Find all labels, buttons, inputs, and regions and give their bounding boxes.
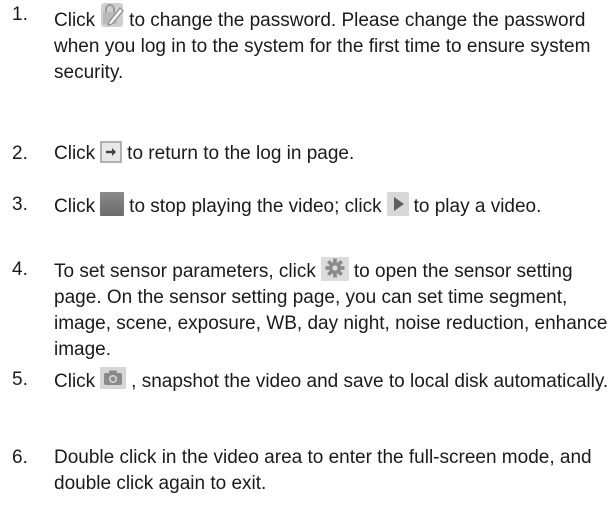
item-text-after: to play a video. bbox=[413, 196, 542, 217]
stop-icon bbox=[100, 192, 125, 216]
item-number: 5. bbox=[12, 369, 28, 390]
item-text-after: , snapshot the video and save to local d… bbox=[131, 371, 609, 392]
item-text: Click to change the password. Please chan… bbox=[54, 2, 612, 86]
item-text-middle: to stop playing the video; click bbox=[129, 196, 382, 217]
camera-icon bbox=[100, 367, 127, 389]
item-text: Click to return to the log in page. bbox=[54, 141, 612, 167]
instruction-list: 1. Click to change the password. Please c… bbox=[0, 0, 616, 512]
item-text-after: to change the password. Please change th… bbox=[54, 10, 591, 83]
item-text: Click to stop playing the video; click to … bbox=[54, 192, 612, 220]
item-number: 4. bbox=[12, 259, 28, 280]
item-text: Click , snapshot the video and save to lo… bbox=[54, 367, 612, 395]
item-text-before: Click bbox=[54, 196, 96, 217]
item-text: To set sensor parameters, click to open t… bbox=[54, 257, 612, 363]
item-text-before: Click bbox=[54, 143, 96, 164]
item-number: 2. bbox=[12, 143, 28, 164]
item-text: Double click in the video area to enter … bbox=[54, 447, 592, 494]
item-number: 1. bbox=[12, 4, 28, 25]
item-text-before: To set sensor parameters, click bbox=[54, 261, 316, 282]
item-text-before: Click bbox=[54, 10, 96, 31]
logout-icon bbox=[100, 141, 122, 163]
play-icon bbox=[386, 192, 409, 216]
item-text-after: to return to the log in page. bbox=[127, 143, 355, 164]
item-text-before: Click bbox=[54, 371, 96, 392]
item-number: 6. bbox=[12, 447, 28, 468]
gear-icon bbox=[320, 257, 349, 281]
password-edit-icon bbox=[100, 2, 124, 28]
item-number: 3. bbox=[12, 194, 28, 215]
